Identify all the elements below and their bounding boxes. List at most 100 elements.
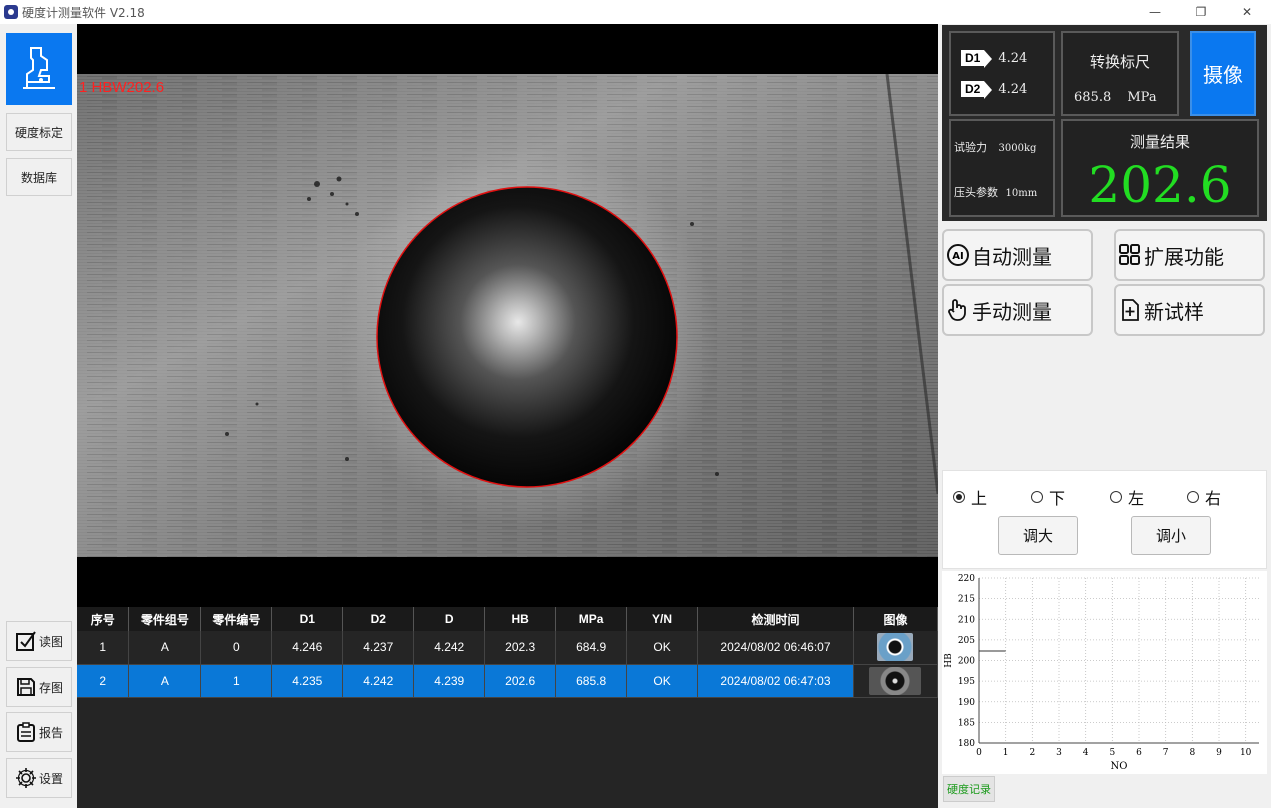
cell-image[interactable] (853, 664, 939, 698)
col-header-mpa[interactable]: MPa (555, 607, 628, 631)
col-header-index[interactable]: 序号 (77, 607, 130, 631)
enlarge-button[interactable]: 调大 (998, 516, 1078, 555)
col-header-d1[interactable]: D1 (271, 607, 344, 631)
save-image-button[interactable]: 存图 (6, 667, 72, 707)
radio-up-indicator (953, 491, 965, 503)
close-button[interactable]: ✕ (1224, 0, 1270, 24)
save-disk-icon (16, 678, 35, 696)
manual-measure-label: 手动测量 (972, 299, 1052, 324)
cell-mpa: 684.9 (555, 631, 628, 665)
shrink-button[interactable]: 调小 (1131, 516, 1211, 555)
manual-measure-button[interactable]: 手动测量 (942, 284, 1093, 336)
extend-function-label: 扩展功能 (1144, 244, 1224, 269)
results-table: 序号 零件组号 零件编号 D1 D2 D HB MPa Y/N 检测时间 图像 … (77, 607, 939, 698)
report-button[interactable]: 报告 (6, 712, 72, 752)
col-header-time[interactable]: 检测时间 (697, 607, 854, 631)
settings-button[interactable]: 设置 (6, 758, 72, 798)
y-tick-label: 205 (958, 636, 975, 646)
indenter-label: 压头参数 (954, 186, 998, 199)
ai-icon: AI (947, 244, 969, 266)
force-value: 3000kg (998, 143, 1037, 154)
radio-down-label: 下 (1049, 489, 1066, 508)
microscope-mode-button[interactable] (6, 33, 72, 105)
title-bar: 硬度计测量软件 V2.18 — ❐ ✕ (0, 0, 1271, 24)
auto-measure-label: 自动测量 (972, 244, 1052, 269)
cell-time: 2024/08/02 06:47:03 (697, 664, 854, 698)
y-tick-label: 210 (958, 615, 975, 625)
x-tick-label: 0 (976, 748, 982, 758)
table-row[interactable]: 2 A 1 4.235 4.242 4.239 202.6 685.8 OK 2… (77, 664, 939, 698)
grid-apps-icon (1119, 244, 1140, 265)
x-tick-label: 1 (1003, 748, 1009, 758)
radio-up[interactable]: 上 (953, 485, 987, 509)
radio-left[interactable]: 左 (1110, 485, 1144, 509)
database-button[interactable]: 数据库 (6, 158, 72, 196)
report-label: 报告 (38, 725, 63, 740)
hardness-chart: 0 1 2 3 4 5 6 7 8 9 10 180 185 190 195 200 205 210 215 220 N… (942, 571, 1267, 774)
col-header-hb[interactable]: HB (484, 607, 557, 631)
cell-yn: OK (626, 664, 699, 698)
read-image-button[interactable]: 读图 (6, 621, 72, 661)
y-tick-label: 215 (958, 595, 975, 605)
d2-value: 4.24 (998, 81, 1028, 97)
settings-label: 设置 (38, 771, 63, 786)
cell-d1: 4.235 (271, 664, 344, 698)
cell-hb: 202.3 (484, 631, 557, 665)
col-header-part[interactable]: 零件编号 (200, 607, 273, 631)
hardness-record-button[interactable]: 硬度记录 (943, 776, 995, 802)
restore-button[interactable]: ❐ (1178, 0, 1224, 24)
col-header-image[interactable]: 图像 (853, 607, 939, 631)
cell-d2: 4.237 (342, 631, 415, 665)
col-header-yn[interactable]: Y/N (626, 607, 699, 631)
col-header-d[interactable]: D (413, 607, 486, 631)
conversion-unit: MPa (1127, 90, 1157, 105)
indentation-thumbnail[interactable] (877, 633, 914, 662)
conversion-scale-title: 转换标尺 (1089, 53, 1150, 71)
save-image-label: 存图 (38, 680, 63, 695)
extend-function-button[interactable]: 扩展功能 (1114, 229, 1265, 281)
hardness-calibrate-button[interactable]: 硬度标定 (6, 113, 72, 151)
svg-text:AI: AI (952, 251, 963, 262)
cell-index: 2 (77, 664, 130, 698)
camera-capture-button[interactable]: 摄像 (1190, 31, 1256, 116)
radio-right-label: 右 (1205, 489, 1222, 508)
direction-adjust-panel: 上 下 左 右 调大 调小 (942, 470, 1267, 569)
camera-view[interactable]: 1 HBW202.6 (77, 24, 938, 607)
microscope-icon (23, 47, 55, 89)
cell-d: 4.242 (413, 631, 486, 665)
cell-group: A (128, 664, 202, 698)
measurement-result: 测量结果 202.6 (1061, 119, 1259, 217)
table-row[interactable]: 1 A 0 4.246 4.237 4.242 202.3 684.9 OK 2… (77, 631, 939, 665)
x-tick-label: 7 (1163, 748, 1169, 758)
auto-measure-button[interactable]: AI 自动测量 (942, 229, 1093, 281)
cell-mpa: 685.8 (555, 664, 628, 698)
cell-hb: 202.6 (484, 664, 557, 698)
col-header-group[interactable]: 零件组号 (128, 607, 202, 631)
new-file-icon (1122, 299, 1139, 321)
y-tick-label: 200 (958, 657, 975, 667)
cell-d2: 4.242 (342, 664, 415, 698)
radio-down-indicator (1031, 491, 1043, 503)
x-tick-label: 10 (1240, 748, 1252, 758)
minimize-button[interactable]: — (1132, 0, 1178, 24)
col-header-d2[interactable]: D2 (342, 607, 415, 631)
new-sample-button[interactable]: 新试样 (1114, 284, 1265, 336)
diameter-readout: D1 4.24 D2 4.24 (949, 31, 1055, 116)
radio-right[interactable]: 右 (1187, 485, 1221, 509)
conversion-scale-readout[interactable]: 转换标尺 685.8 MPa (1061, 31, 1179, 116)
radio-up-label: 上 (971, 489, 988, 508)
test-parameters: 试验力 3000kg 压头参数 10mm (949, 119, 1055, 217)
indentation-thumbnail[interactable] (869, 666, 922, 695)
y-tick-label: 185 (958, 718, 975, 728)
d1-tag: D1 (961, 50, 993, 68)
radio-down[interactable]: 下 (1031, 485, 1065, 509)
result-value: 202.6 (1088, 156, 1232, 214)
cell-part: 1 (200, 664, 273, 698)
cell-d: 4.239 (413, 664, 486, 698)
force-label: 试验力 (954, 141, 987, 154)
cell-image[interactable] (853, 631, 939, 665)
cell-time: 2024/08/02 06:46:07 (697, 631, 854, 665)
x-tick-label: 5 (1109, 748, 1115, 758)
y-tick-label: 195 (958, 677, 975, 687)
open-checkbox-icon (15, 631, 36, 651)
